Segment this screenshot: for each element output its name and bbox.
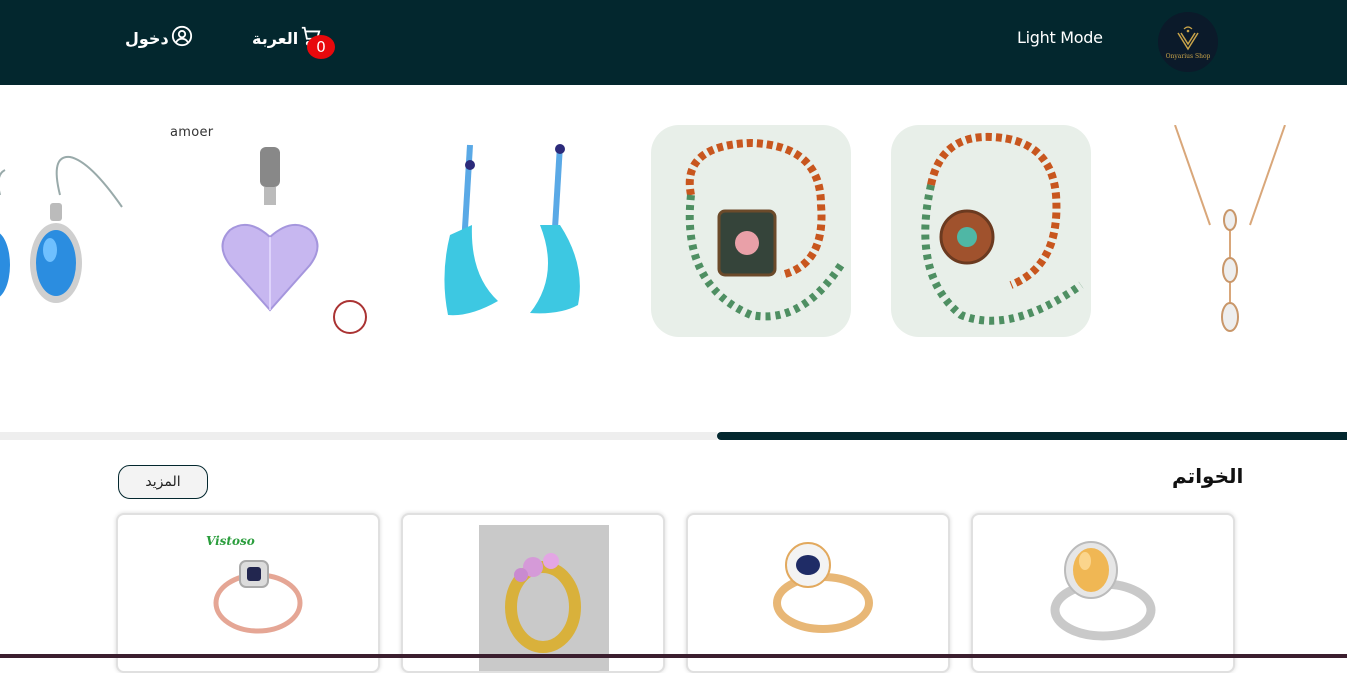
carousel-slide[interactable] — [0, 125, 130, 337]
section-title: الخواتم — [1172, 464, 1244, 488]
language-label: العربة — [252, 28, 299, 48]
logo[interactable]: Onyarius Shop — [1158, 12, 1218, 72]
product-card[interactable] — [686, 513, 950, 673]
logo-emblem-icon — [1177, 25, 1199, 50]
carousel-slide[interactable] — [1150, 125, 1330, 337]
sapphire-halo-ring-image — [773, 542, 873, 633]
user-icon — [171, 25, 193, 51]
beaded-necklace-square-image — [685, 138, 845, 321]
carousel-slide[interactable] — [891, 125, 1091, 337]
rose-gold-ring-image: Vistoso — [206, 534, 303, 634]
carousel-scroll-thumb[interactable] — [717, 432, 1347, 440]
navbar: دخول العربة 0 Light Mode Onyarius Shop — [0, 0, 1347, 85]
bottom-edge — [0, 654, 1347, 658]
carousel-slide[interactable] — [651, 125, 851, 337]
blue-oval-earrings-image — [0, 155, 123, 303]
citrine-ring-image — [1050, 541, 1156, 641]
theme-toggle[interactable]: Light Mode — [1017, 28, 1103, 47]
carousel-scroll-track[interactable] — [0, 432, 717, 440]
turquoise-earrings-image — [444, 144, 580, 316]
login-label: دخول — [125, 28, 169, 48]
product-carousel[interactable]: amoer — [0, 85, 1347, 435]
pink-gem-ring-image — [479, 525, 609, 671]
product-card[interactable] — [401, 513, 665, 673]
logo-text: Onyarius Shop — [1165, 52, 1211, 60]
heart-pendant-image — [221, 147, 367, 334]
carousel-slide[interactable] — [410, 125, 610, 337]
product-card[interactable] — [971, 513, 1235, 673]
slide-brand-label: amoer — [170, 125, 214, 140]
beaded-necklace-round-image — [921, 132, 1084, 325]
more-button[interactable]: المزيد — [118, 465, 208, 499]
product-card[interactable]: Vistoso — [116, 513, 380, 673]
cart-count-badge: 0 — [307, 35, 335, 59]
carousel-slide[interactable]: amoer — [170, 125, 370, 337]
product-brand-label: Vistoso — [206, 534, 255, 548]
login-link[interactable]: دخول — [125, 25, 193, 51]
gold-drop-necklace-image — [1174, 125, 1286, 332]
